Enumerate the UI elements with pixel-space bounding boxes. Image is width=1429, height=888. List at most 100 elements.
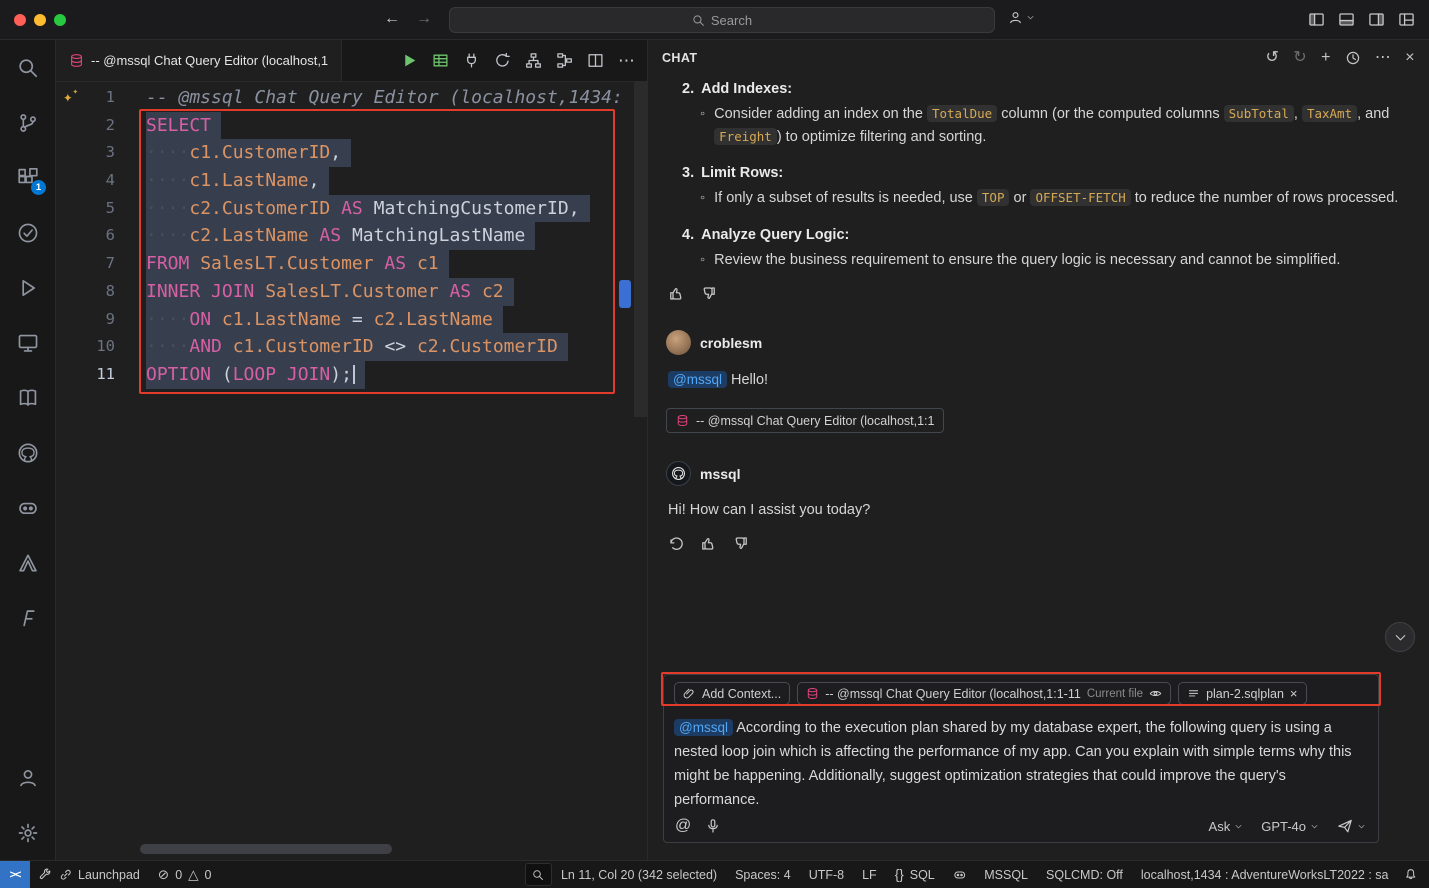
attachment-pill[interactable]: -- @mssql Chat Query Editor (localhost,1…	[666, 408, 944, 433]
refresh-icon[interactable]	[668, 535, 685, 552]
plus-icon[interactable]: +	[1321, 50, 1331, 66]
activitybar-item-remote-explorer[interactable]	[0, 315, 55, 370]
assistant-actions	[668, 535, 1411, 552]
code-line-10[interactable]: 10····AND c1.CustomerID <> c2.CustomerID	[56, 333, 647, 361]
notifications-bell[interactable]	[1398, 861, 1429, 888]
code-line-6[interactable]: 6····c2.LastName AS MatchingLastName	[56, 222, 647, 250]
chat-list-item: 2.Add Indexes:◦Consider adding an index …	[666, 78, 1411, 148]
mic-icon[interactable]	[705, 818, 721, 834]
layout-panel-icon[interactable]	[1338, 11, 1355, 28]
redo-icon[interactable]: ↻	[1293, 50, 1307, 66]
context-chip[interactable]: -- @mssql Chat Query Editor (localhost,1…	[797, 682, 1171, 705]
run-icon[interactable]	[401, 52, 418, 69]
problems-status[interactable]: ⊘0△0	[149, 861, 221, 888]
schema-icon[interactable]	[525, 52, 542, 69]
vertical-scrollbar[interactable]	[634, 82, 647, 417]
activitybar-item-gear[interactable]	[0, 805, 55, 860]
status-item-copilot[interactable]	[944, 861, 976, 888]
thumb-up-icon[interactable]	[668, 285, 685, 302]
send-button[interactable]	[1337, 818, 1366, 834]
code-line-1[interactable]: 1-- @mssql Chat Query Editor (localhost,…	[56, 84, 647, 112]
activitybar-item-copilot[interactable]	[0, 480, 55, 535]
close-icon[interactable]: ×	[1405, 50, 1415, 66]
zoom-search-button[interactable]	[525, 863, 552, 886]
split-editor-icon[interactable]	[587, 52, 604, 69]
horizontal-scrollbar[interactable]	[140, 844, 392, 854]
context-chip[interactable]: Add Context...	[674, 682, 790, 705]
results-grid-icon[interactable]	[432, 52, 449, 69]
customize-layout-icon[interactable]	[1398, 11, 1415, 28]
status-item-lf[interactable]: LF	[853, 861, 886, 888]
ellipsis-icon[interactable]: ⋯	[618, 52, 635, 69]
query-plan-icon[interactable]	[556, 52, 573, 69]
account-menu-button[interactable]	[1008, 10, 1035, 25]
remote-explorer-icon	[17, 332, 39, 354]
close-window-button[interactable]	[14, 14, 26, 26]
code-line-3[interactable]: 3····c1.CustomerID,	[56, 139, 647, 167]
status-item-launchpad[interactable]: Launchpad	[30, 861, 149, 888]
chat-list: 2.Add Indexes:◦Consider adding an index …	[666, 78, 1411, 271]
code-line-7[interactable]: 7FROM SalesLT.Customer AS c1	[56, 250, 647, 278]
zoom-window-button[interactable]	[54, 14, 66, 26]
activitybar-item-search[interactable]	[0, 40, 55, 95]
code-line-9[interactable]: 9····ON c1.LastName = c2.LastName	[56, 306, 647, 334]
code-line-4[interactable]: 4····c1.LastName,	[56, 167, 647, 195]
thumb-down-icon[interactable]	[732, 535, 749, 552]
code-line-8[interactable]: 8INNER JOIN SalesLT.Customer AS c2	[56, 278, 647, 306]
forward-icon[interactable]: →	[416, 10, 432, 28]
close-icon[interactable]: ×	[1290, 687, 1298, 700]
history-icon[interactable]	[1345, 50, 1361, 66]
code-line-11[interactable]: 11OPTION (LOOP JOIN);	[56, 361, 647, 389]
context-chip[interactable]: plan-2.sqlplan×	[1178, 682, 1306, 705]
source-control-icon	[17, 112, 39, 134]
at-icon[interactable]: @	[675, 818, 691, 834]
search-icon	[692, 14, 705, 27]
status-item-spaces-4[interactable]: Spaces: 4	[726, 861, 800, 888]
editor-tab[interactable]: -- @mssql Chat Query Editor (localhost,1	[56, 40, 342, 81]
code-line-5[interactable]: 5····c2.CustomerID AS MatchingCustomerID…	[56, 195, 647, 223]
activitybar-item-azure-a[interactable]	[0, 535, 55, 590]
status-item-sql[interactable]: {}SQL	[886, 861, 944, 888]
plug-icon[interactable]	[463, 52, 480, 69]
send-icon	[1337, 818, 1353, 834]
status-item-mssql[interactable]: MSSQL	[975, 861, 1037, 888]
editor[interactable]: ✦✦ 1-- @mssql Chat Query Editor (localho…	[56, 82, 647, 860]
command-center-search[interactable]: Search	[449, 7, 995, 33]
model-selector[interactable]: GPT-4o	[1261, 819, 1319, 834]
minimize-window-button[interactable]	[34, 14, 46, 26]
remote-indicator[interactable]: ><	[0, 861, 30, 888]
context-chip-row: Add Context... -- @mssql Chat Query Edito…	[674, 682, 1368, 705]
copilot-sparkle-icon[interactable]: ✦✦	[63, 87, 78, 106]
activitybar-item-github[interactable]	[0, 425, 55, 480]
status-item-utf-8[interactable]: UTF-8	[800, 861, 853, 888]
layout-left-icon[interactable]	[1308, 11, 1325, 28]
code-line-2[interactable]: 2SELECT	[56, 112, 647, 140]
activitybar-item-run-debug[interactable]	[0, 260, 55, 315]
back-icon[interactable]: ←	[384, 10, 400, 28]
github-icon	[671, 466, 686, 481]
chevron-down-icon	[1026, 13, 1035, 22]
activitybar-item-azure-check[interactable]	[0, 205, 55, 260]
status-item-sqlcmd-off[interactable]: SQLCMD: Off	[1037, 861, 1132, 888]
code-lines: 1-- @mssql Chat Query Editor (localhost,…	[56, 84, 647, 389]
activitybar-item-source-control[interactable]	[0, 95, 55, 150]
thumb-up-icon[interactable]	[700, 535, 717, 552]
scroll-down-button[interactable]	[1385, 622, 1415, 652]
change-connection-icon[interactable]	[494, 52, 511, 69]
bullet-icon: ◦	[700, 249, 705, 272]
ellipsis-icon[interactable]: ⋯	[1375, 50, 1391, 66]
status-item-localhost-1434-adventureworkslt2022-sa[interactable]: localhost,1434 : AdventureWorksLT2022 : …	[1132, 861, 1398, 888]
activitybar-item-extensions[interactable]: 1	[0, 150, 55, 205]
activitybar-item-flyway[interactable]	[0, 590, 55, 645]
eye-icon[interactable]	[1149, 687, 1162, 700]
mode-selector[interactable]: Ask	[1209, 819, 1244, 834]
undo-icon[interactable]: ↺	[1265, 50, 1279, 66]
thumb-down-icon[interactable]	[700, 285, 717, 302]
layout-right-icon[interactable]	[1368, 11, 1385, 28]
chat-input-container[interactable]: Add Context... -- @mssql Chat Query Edito…	[663, 674, 1379, 843]
activitybar-item-book[interactable]	[0, 370, 55, 425]
chat-input-text[interactable]: @mssql According to the execution plan s…	[674, 716, 1368, 812]
user-message: @mssql Hello!	[668, 368, 1411, 392]
activitybar-item-account[interactable]	[0, 750, 55, 805]
status-item-ln-11-col-20-342-selected[interactable]: Ln 11, Col 20 (342 selected)	[552, 861, 726, 888]
